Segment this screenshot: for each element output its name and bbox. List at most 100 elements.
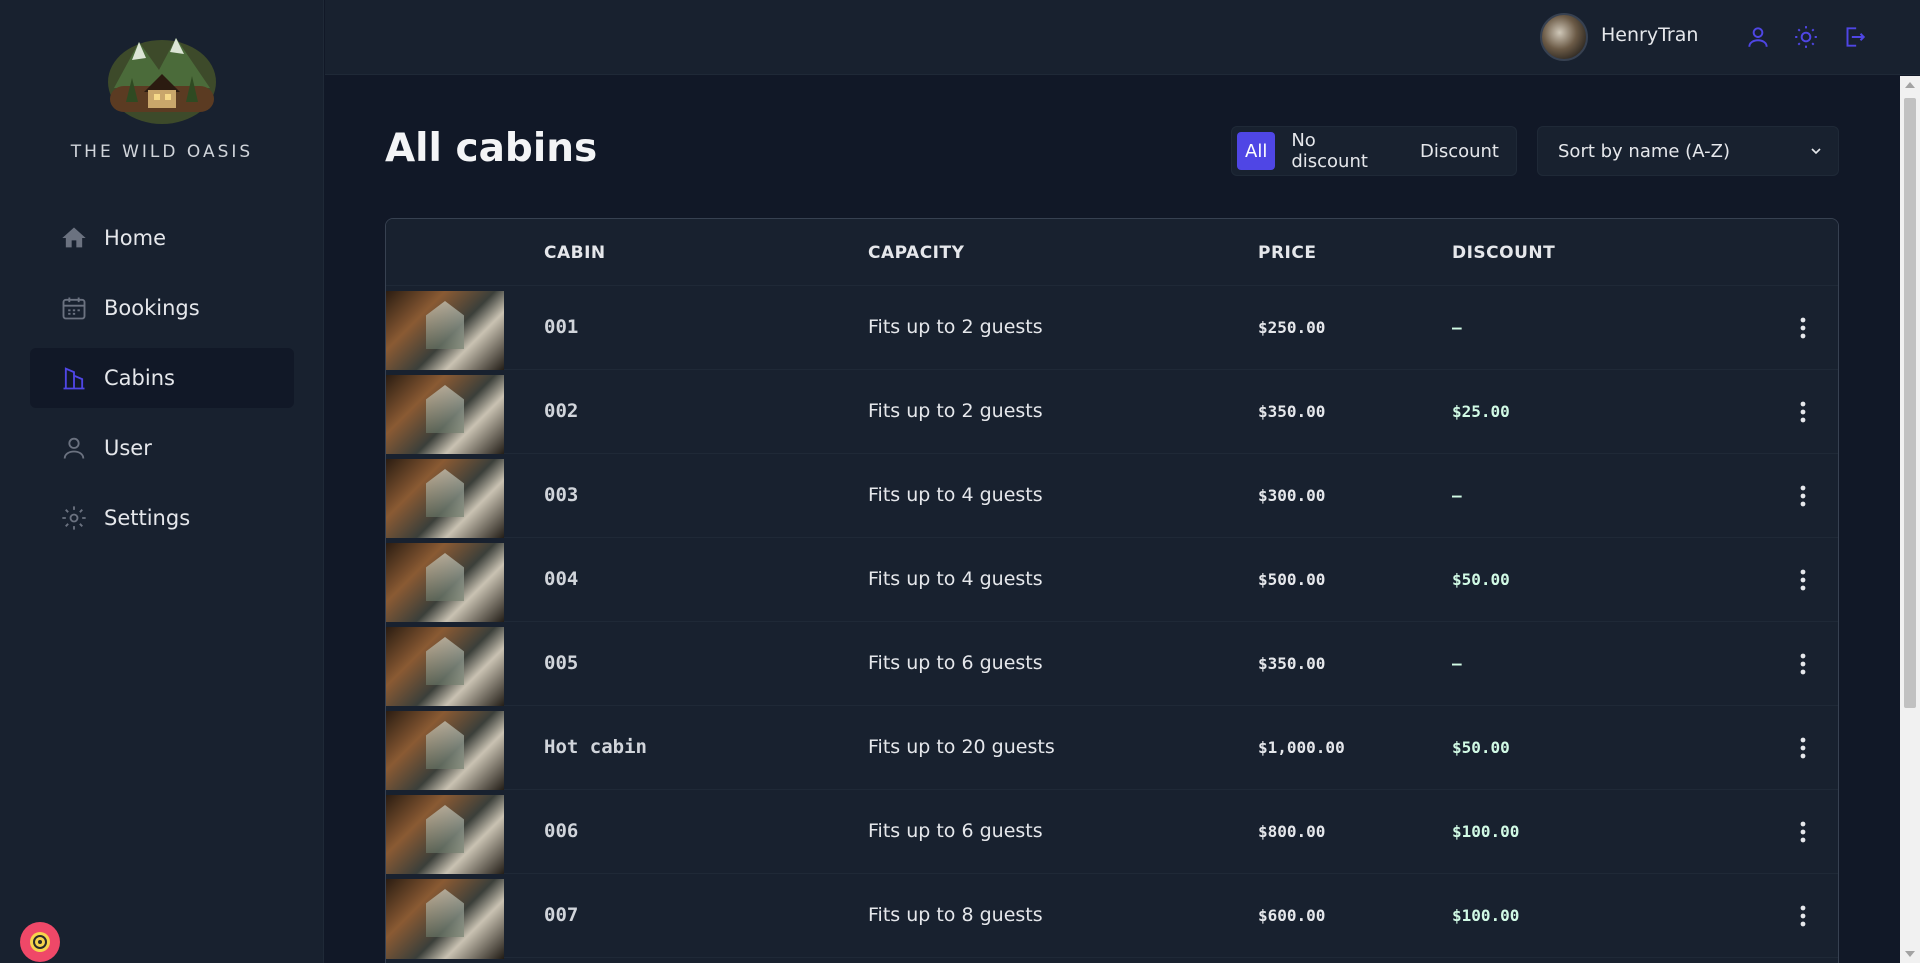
cabin-discount: $50.00 <box>1452 738 1510 757</box>
row-menu-button[interactable] <box>1791 314 1815 342</box>
more-vertical-icon <box>1800 569 1806 591</box>
cabin-name: 003 <box>544 484 579 506</box>
dark-mode-toggle[interactable] <box>1791 22 1821 52</box>
cabin-image <box>386 879 504 959</box>
logo[interactable]: THE WILD OASIS <box>0 30 324 162</box>
column-header-discount: DISCOUNT <box>1452 243 1556 263</box>
nav-item-cabins[interactable]: Cabins <box>30 348 294 408</box>
scroll-down-arrow[interactable] <box>1905 951 1915 957</box>
sort-selected-value: Sort by name (A-Z) <box>1558 140 1730 162</box>
cabin-capacity: Fits up to 6 guests <box>868 652 1043 674</box>
sort-select[interactable]: Sort by name (A-Z) <box>1537 126 1839 176</box>
scroll-thumb[interactable] <box>1904 98 1916 708</box>
logout-button[interactable] <box>1839 22 1869 52</box>
row-menu-button[interactable] <box>1791 566 1815 594</box>
row-menu-button[interactable] <box>1791 902 1815 930</box>
cabin-discount: $25.00 <box>1452 402 1510 421</box>
row-menu-button[interactable] <box>1791 734 1815 762</box>
react-query-devtools-icon[interactable] <box>16 920 64 963</box>
cabin-name: 001 <box>544 316 579 338</box>
table-row: 005 Fits up to 6 guests $350.00 — <box>386 622 1838 707</box>
cabin-name: 007 <box>544 904 579 926</box>
row-menu-button[interactable] <box>1791 818 1815 846</box>
page-title: All cabins <box>385 126 598 171</box>
filter-discount-button[interactable]: Discount <box>1408 132 1511 170</box>
more-vertical-icon <box>1800 653 1806 675</box>
main-nav: Home Bookings Cabins User Settings <box>30 208 294 558</box>
column-header-cabin: CABIN <box>544 243 606 263</box>
cabin-price: $250.00 <box>1258 318 1326 337</box>
cabin-capacity: Fits up to 2 guests <box>868 400 1043 422</box>
column-header-capacity: CAPACITY <box>868 243 965 263</box>
table-row: 006 Fits up to 6 guests $800.00 $100.00 <box>386 790 1838 875</box>
table-row: 007 Fits up to 8 guests $600.00 $100.00 <box>386 874 1838 959</box>
cabin-image <box>386 291 504 371</box>
row-menu-button[interactable] <box>1791 482 1815 510</box>
nav-item-settings[interactable]: Settings <box>30 488 294 548</box>
nav-label: Bookings <box>104 296 200 320</box>
nav-label: User <box>104 436 152 460</box>
cabin-image <box>386 543 504 623</box>
calendar-icon <box>60 294 88 322</box>
username: HenryTran <box>1601 24 1699 46</box>
account-button[interactable] <box>1743 22 1773 52</box>
cabin-name: 005 <box>544 652 579 674</box>
cabin-discount: — <box>1452 654 1462 673</box>
brand-name: THE WILD OASIS <box>70 142 254 162</box>
cabin-discount: — <box>1452 486 1462 505</box>
cabin-name: 002 <box>544 400 579 422</box>
table-row: 004 Fits up to 4 guests $500.00 $50.00 <box>386 538 1838 623</box>
cabin-capacity: Fits up to 4 guests <box>868 484 1043 506</box>
cabin-name: 006 <box>544 820 579 842</box>
discount-filter: All No discount Discount <box>1231 126 1517 176</box>
table-row: 001 Fits up to 2 guests $250.00 — <box>386 286 1838 371</box>
cabin-name: Hot cabin <box>544 736 647 758</box>
cabin-capacity: Fits up to 20 guests <box>868 736 1055 758</box>
row-menu-button[interactable] <box>1791 650 1815 678</box>
logo-image <box>108 38 216 124</box>
cabins-table: CABIN CAPACITY PRICE DISCOUNT 001 Fits u… <box>385 218 1839 963</box>
cabin-price: $350.00 <box>1258 402 1326 421</box>
filter-no-discount-button[interactable]: No discount <box>1279 130 1404 172</box>
cabin-price: $1,000.00 <box>1258 738 1345 757</box>
cabin-capacity: Fits up to 6 guests <box>868 820 1043 842</box>
cabin-discount: $100.00 <box>1452 906 1520 925</box>
cabin-price: $800.00 <box>1258 822 1326 841</box>
cabin-image <box>386 459 504 539</box>
nav-label: Home <box>104 226 167 250</box>
cabin-name: 004 <box>544 568 579 590</box>
cabin-image <box>386 795 504 875</box>
nav-item-home[interactable]: Home <box>30 208 294 268</box>
nav-label: Cabins <box>104 366 175 390</box>
cabin-price: $500.00 <box>1258 570 1326 589</box>
user-icon <box>60 434 88 462</box>
more-vertical-icon <box>1800 401 1806 423</box>
scroll-up-arrow[interactable] <box>1905 82 1915 88</box>
sidebar: THE WILD OASIS Home Bookings Cabins User <box>0 0 324 963</box>
row-menu-button[interactable] <box>1791 398 1815 426</box>
column-header-price: PRICE <box>1258 243 1317 263</box>
main-content: All cabins All No discount Discount Sort… <box>325 76 1900 963</box>
gear-icon <box>60 504 88 532</box>
avatar <box>1540 13 1588 61</box>
logout-icon <box>1846 27 1866 47</box>
table-header: CABIN CAPACITY PRICE DISCOUNT <box>386 219 1838 286</box>
home-icon <box>60 224 88 252</box>
cabin-image <box>386 711 504 791</box>
building-icon <box>60 364 88 392</box>
nav-label: Settings <box>104 506 191 530</box>
cabin-capacity: Fits up to 8 guests <box>868 904 1043 926</box>
filter-all-button[interactable]: All <box>1237 132 1276 170</box>
more-vertical-icon <box>1800 485 1806 507</box>
more-vertical-icon <box>1800 317 1806 339</box>
more-vertical-icon <box>1800 737 1806 759</box>
cabin-image <box>386 627 504 707</box>
nav-item-user[interactable]: User <box>30 418 294 478</box>
nav-item-bookings[interactable]: Bookings <box>30 278 294 338</box>
table-row: 003 Fits up to 4 guests $300.00 — <box>386 454 1838 539</box>
cabin-capacity: Fits up to 4 guests <box>868 568 1043 590</box>
cabin-price: $350.00 <box>1258 654 1326 673</box>
table-row: Hot cabin Fits up to 20 guests $1,000.00… <box>386 706 1838 791</box>
top-header: HenryTran <box>325 0 1920 75</box>
page-scrollbar[interactable] <box>1900 76 1920 963</box>
